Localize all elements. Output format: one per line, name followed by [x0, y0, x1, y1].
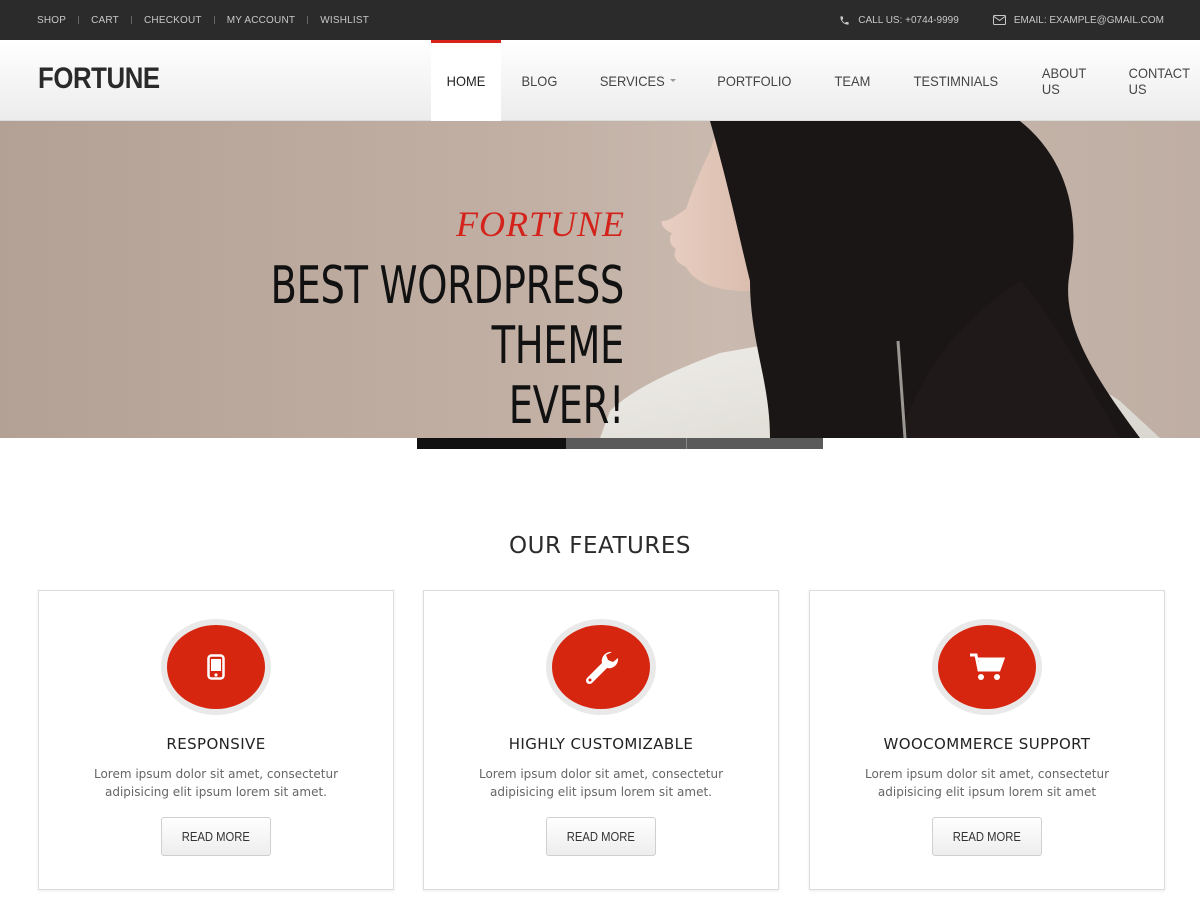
nav-item-team[interactable]: TEAM [814, 40, 891, 121]
feature-card-woocommerce: WOOCOMMERCE SUPPORT Lorem ipsum dolor si… [809, 590, 1165, 890]
wrench-icon [585, 651, 619, 685]
feature-icon-circle [552, 625, 650, 709]
hero-title-line-1: BEST WORDPRESS THEME [270, 256, 624, 376]
feature-title: WOOCOMMERCE SUPPORT [883, 735, 1091, 753]
email-contact: EMAIL: EXAMPLE@GMAIL.COM [992, 15, 1164, 26]
feature-icon-circle [938, 625, 1036, 709]
nav-item-blog[interactable]: BLOG [501, 40, 578, 121]
top-link-cart[interactable]: CART [91, 15, 119, 26]
feature-icon-ring [161, 619, 271, 715]
slider-dot-2[interactable] [566, 438, 687, 449]
contact-info: CALL US: +0744-9999 EMAIL: EXAMPLE@GMAIL… [839, 0, 1164, 40]
slider-pagination [417, 438, 823, 449]
read-more-button[interactable]: READ MORE [932, 817, 1042, 856]
slider-dot-3[interactable] [687, 438, 823, 449]
nav-item-portfolio[interactable]: PORTFOLIO [695, 40, 814, 121]
feature-icon-circle [167, 625, 265, 709]
phone-text: CALL US: +0744-9999 [858, 14, 959, 26]
feature-description: Lorem ipsum dolor sit amet, consectetur … [93, 767, 339, 799]
nav-label: ABOUT US [1041, 64, 1086, 97]
nav-label: CONTACT US [1128, 64, 1190, 97]
feature-description: Lorem ipsum dolor sit amet, consectetur … [864, 767, 1110, 799]
divider [307, 16, 309, 24]
top-bar: SHOP CART CHECKOUT MY ACCOUNT WISHLIST C… [0, 0, 1200, 40]
feature-card-customizable: HIGHLY CUSTOMIZABLE Lorem ipsum dolor si… [423, 590, 779, 890]
feature-title: HIGHLY CUSTOMIZABLE [508, 735, 694, 753]
read-more-button[interactable]: READ MORE [161, 817, 271, 856]
feature-title: RESPONSIVE [166, 735, 266, 753]
divider [213, 16, 215, 24]
top-links: SHOP CART CHECKOUT MY ACCOUNT WISHLIST [37, 0, 369, 40]
nav-label: PORTFOLIO [717, 72, 792, 89]
site-logo[interactable]: FORTUNE [38, 62, 160, 96]
button-label: READ MORE [952, 829, 1022, 844]
hero-slider: FORTUNE BEST WORDPRESS THEME EVER! [0, 121, 1200, 438]
divider [130, 16, 132, 24]
nav-item-testimonials[interactable]: TESTIMNIALS [891, 40, 1021, 121]
mobile-icon [207, 654, 225, 680]
envelope-icon [992, 15, 1006, 25]
email-text[interactable]: EMAIL: EXAMPLE@GMAIL.COM [1014, 15, 1164, 26]
nav-item-contact-us[interactable]: CONTACT US [1107, 40, 1200, 121]
features-heading: OUR FEATURES [509, 533, 691, 559]
button-label: READ MORE [181, 829, 251, 844]
top-link-my-account[interactable]: MY ACCOUNT [227, 15, 296, 26]
hero-title-line-2: EVER! [508, 376, 625, 436]
top-link-shop[interactable]: SHOP [37, 15, 66, 26]
feature-icon-ring [546, 619, 656, 715]
cart-icon [970, 653, 1005, 680]
top-link-wishlist[interactable]: WISHLIST [320, 15, 369, 26]
feature-icon-ring [932, 619, 1042, 715]
phone-icon [840, 15, 849, 25]
feature-description: Lorem ipsum dolor sit amet, consectetur … [478, 767, 724, 799]
read-more-button[interactable]: READ MORE [546, 817, 656, 856]
nav-label: SERVICES [599, 72, 665, 89]
hero-title: BEST WORDPRESS THEME EVER! [165, 256, 624, 436]
phone-contact: CALL US: +0744-9999 [839, 15, 959, 26]
nav-item-home[interactable]: HOME [431, 40, 501, 121]
top-link-checkout[interactable]: CHECKOUT [144, 15, 202, 26]
hero-woman-image [600, 121, 1160, 438]
nav-label: HOME [446, 72, 486, 89]
hero-subtitle: FORTUNE [456, 204, 625, 244]
nav-item-about-us[interactable]: ABOUT US [1021, 40, 1107, 121]
slider-dot-1[interactable] [417, 438, 566, 449]
chevron-down-icon [670, 79, 677, 82]
feature-card-responsive: RESPONSIVE Lorem ipsum dolor sit amet, c… [38, 590, 394, 890]
main-nav: HOME BLOG SERVICES PORTFOLIO TEAM TESTIM… [431, 40, 1200, 121]
button-label: READ MORE [566, 829, 636, 844]
nav-label: TESTIMNIALS [913, 72, 999, 89]
divider [78, 16, 80, 24]
nav-item-services[interactable]: SERVICES [578, 40, 696, 121]
header: FORTUNE HOME BLOG SERVICES PORTFOLIO TEA… [0, 40, 1200, 121]
nav-label: TEAM [834, 72, 871, 89]
nav-label: BLOG [521, 72, 558, 89]
